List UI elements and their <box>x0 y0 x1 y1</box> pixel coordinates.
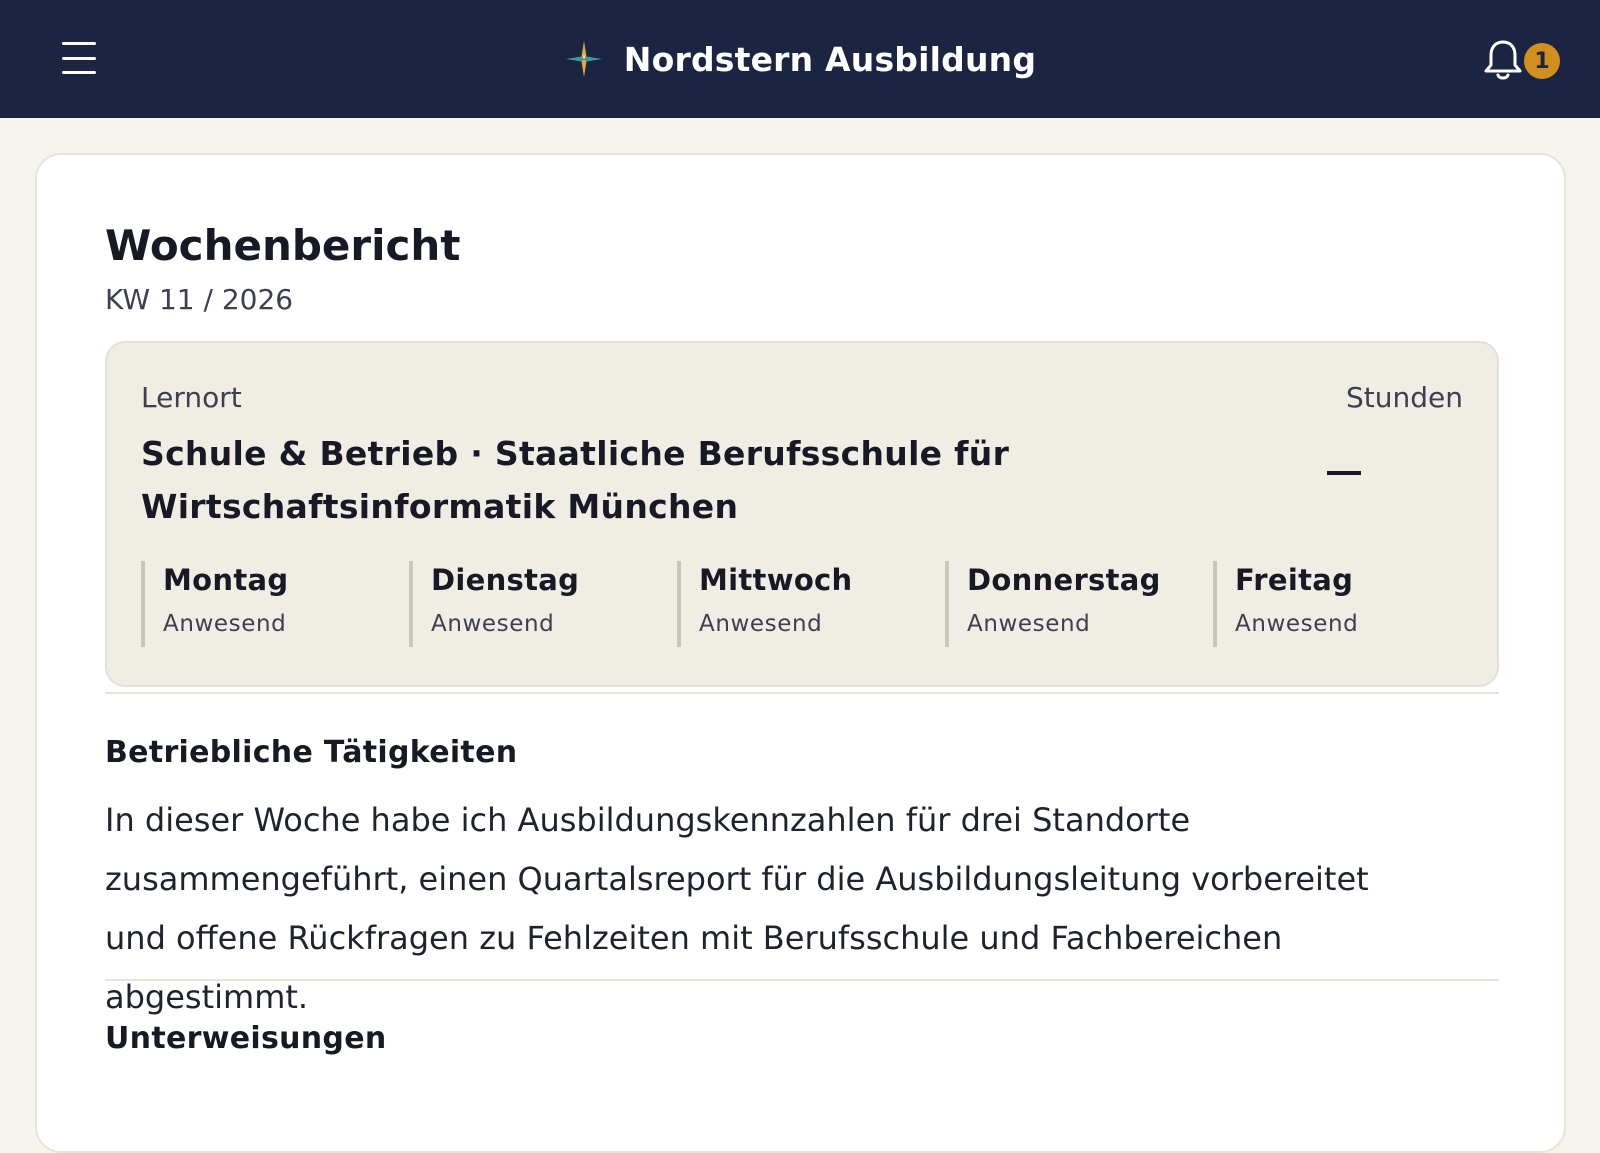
page-title: Wochenbericht <box>105 221 461 270</box>
lernort-label: Lernort <box>141 381 242 414</box>
day-status: Anwesend <box>967 611 1091 637</box>
day-freitag: Freitag Anwesend <box>1213 561 1481 647</box>
day-name: Montag <box>163 563 289 597</box>
notification-badge: 1 <box>1524 43 1560 79</box>
day-name: Donnerstag <box>967 563 1161 597</box>
day-name: Freitag <box>1235 563 1354 597</box>
hamburger-menu-icon[interactable] <box>62 42 96 74</box>
app-header: Nordstern Ausbildung 1 <box>0 0 1600 118</box>
day-name: Dienstag <box>431 563 580 597</box>
day-status: Anwesend <box>431 611 555 637</box>
star-logo-icon <box>565 41 602 77</box>
stunden-value-dash <box>1327 471 1361 475</box>
day-montag: Montag Anwesend <box>141 561 409 647</box>
brand: Nordstern Ausbildung <box>564 39 1036 79</box>
attendance-days: Montag Anwesend Dienstag Anwesend Mittwo… <box>141 561 1481 647</box>
day-name: Mittwoch <box>699 563 853 597</box>
notifications-button[interactable]: 1 <box>1482 36 1562 84</box>
lernort-value: Schule & Betrieb · Staatliche Berufsschu… <box>141 434 1010 526</box>
section-title-betrieb: Betriebliche Tätigkeiten <box>105 735 518 770</box>
report-card: Wochenbericht KW 11 / 2026 Lernort Schul… <box>35 153 1566 1153</box>
divider <box>105 692 1499 694</box>
app-title: Nordstern Ausbildung <box>623 39 1037 79</box>
day-donnerstag: Donnerstag Anwesend <box>945 561 1213 647</box>
stunden-label: Stunden <box>1346 381 1463 414</box>
divider <box>105 979 1499 981</box>
day-status: Anwesend <box>163 611 287 637</box>
day-dienstag: Dienstag Anwesend <box>409 561 677 647</box>
day-status: Anwesend <box>699 611 823 637</box>
section-title-unterweisungen: Unterweisungen <box>105 1021 387 1056</box>
section-text-betrieb: In dieser Woche habe ich Ausbildungskenn… <box>105 801 1369 1016</box>
day-mittwoch: Mittwoch Anwesend <box>677 561 945 647</box>
report-week: KW 11 / 2026 <box>105 283 294 316</box>
day-status: Anwesend <box>1235 611 1359 637</box>
lernort-panel: Lernort Schule & Betrieb · Staatliche Be… <box>105 341 1499 687</box>
bell-icon <box>1484 40 1522 80</box>
